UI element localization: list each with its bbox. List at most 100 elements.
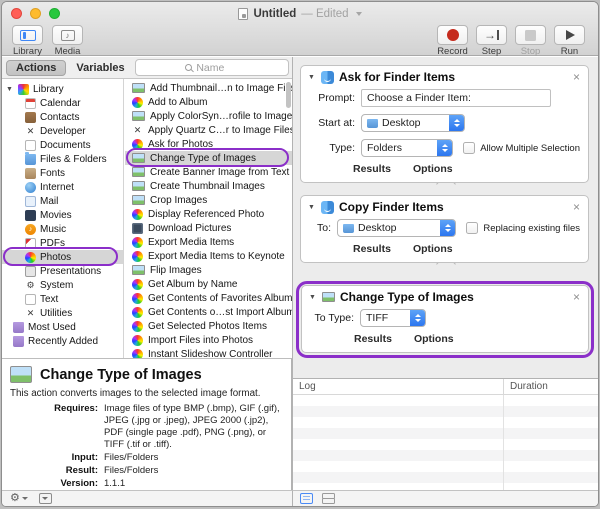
disclosure-open-icon[interactable]: ▼ — [308, 204, 316, 211]
results-button[interactable]: Results — [353, 163, 391, 175]
checkbox[interactable] — [466, 222, 479, 234]
action-row[interactable]: Display Referenced Photo — [125, 207, 292, 221]
document-proxy-icon[interactable] — [238, 8, 249, 20]
disclosure-open-icon[interactable]: ▼ — [309, 294, 317, 301]
dropdown-select[interactable]: Desktop — [361, 114, 465, 132]
sidebar-item-internet[interactable]: Internet — [2, 180, 123, 194]
action-row[interactable]: Import Files into Photos — [125, 333, 292, 347]
zoom-window-button[interactable] — [49, 8, 60, 19]
options-button[interactable]: Options — [413, 163, 453, 175]
action-row[interactable]: Ask for Photos — [125, 137, 292, 151]
close-icon[interactable]: × — [573, 201, 580, 213]
media-icon: ♪ — [60, 29, 75, 41]
action-row[interactable]: Add Thumbnail…n to Image Files — [125, 81, 292, 95]
dropdown-select[interactable]: TIFF — [360, 309, 426, 327]
folder-icon — [343, 223, 354, 233]
checkbox[interactable] — [463, 142, 476, 154]
sidebar-item-music[interactable]: ♪ Music — [2, 222, 123, 236]
sidebar-item-movies[interactable]: Movies — [2, 208, 123, 222]
action-field-row: Start at: Desktop — [301, 110, 588, 135]
action-header[interactable]: ▼ Change Type of Images × — [302, 286, 588, 305]
results-button[interactable]: Results — [354, 333, 392, 345]
tab-variables[interactable]: Variables — [69, 61, 131, 75]
action-row[interactable]: ✕ Apply Quartz C…r to Image Files — [125, 123, 292, 137]
sidebar-item-mail[interactable]: Mail — [2, 194, 123, 208]
action-row[interactable]: Change Type of Images — [125, 151, 292, 165]
dropdown-value: Desktop — [358, 222, 397, 234]
panel-toggle-button[interactable] — [38, 493, 52, 504]
action-row[interactable]: Download Pictures — [125, 221, 292, 235]
contacts-icon — [25, 111, 36, 123]
text-field-value: Choose a Finder Item: — [367, 92, 471, 104]
dropdown-stepper-icon — [440, 220, 456, 236]
sidebar-item-photos[interactable]: Photos — [2, 250, 123, 264]
sidebar-item-utilities[interactable]: ✕ Utilities — [2, 306, 123, 320]
options-button[interactable]: Options — [414, 333, 454, 345]
image-icon — [132, 153, 145, 163]
disclosure-open-icon[interactable]: ▼ — [308, 74, 316, 81]
action-row[interactable]: Get Selected Photos Items — [125, 319, 292, 333]
tab-actions[interactable]: Actions — [6, 59, 67, 76]
options-button[interactable]: Options — [413, 243, 453, 255]
action-row[interactable]: Crop Images — [125, 193, 292, 207]
action-row[interactable]: Export Media Items to Keynote — [125, 249, 292, 263]
run-button[interactable]: Run — [551, 25, 588, 57]
library-button[interactable]: Library — [9, 25, 46, 57]
action-row[interactable]: Get Contents of Favorites Album — [125, 291, 292, 305]
sidebar-item-presentations[interactable]: Presentations — [2, 264, 123, 278]
action-row[interactable]: Create Banner Image from Text — [125, 165, 292, 179]
record-button[interactable]: Record — [434, 25, 471, 57]
sidebar-item-calendar[interactable]: Calendar — [2, 96, 123, 110]
sidebar-item-fonts[interactable]: Fonts — [2, 166, 123, 180]
developer-icon: ✕ — [26, 125, 35, 136]
dropdown-select[interactable]: Desktop — [337, 219, 457, 237]
sidebar-item-library[interactable]: ▼ Library — [2, 82, 123, 96]
step-button[interactable]: → Step — [473, 25, 510, 57]
search-field[interactable] — [134, 59, 289, 76]
sidebar-item-text[interactable]: Text — [2, 292, 123, 306]
action-title: Ask for Finder Items — [339, 70, 456, 84]
action-row[interactable]: Add to Album — [125, 95, 292, 109]
action-row[interactable]: Apply ColorSyn…rofile to Images — [125, 109, 292, 123]
sidebar-item-system[interactable]: ⚙ System — [2, 278, 123, 292]
window-chrome: Untitled — Edited Library ♪ Media Record… — [2, 2, 598, 57]
workflow-canvas[interactable]: ▼ Ask for Finder Items × Prompt: Choose a Fi… — [292, 57, 598, 378]
text-field[interactable]: Choose a Finder Item: — [361, 89, 551, 107]
movies-icon — [25, 209, 36, 221]
action-row[interactable]: Flip Images — [125, 263, 292, 277]
variables-view-button[interactable] — [322, 493, 335, 504]
action-row[interactable]: Create Thumbnail Images — [125, 179, 292, 193]
sidebar-item-recently-added[interactable]: Recently Added — [2, 334, 123, 348]
log-column-header[interactable]: Log — [293, 379, 503, 394]
dropdown-select[interactable]: Folders — [361, 139, 454, 157]
sidebar-item-files-folders[interactable]: Files & Folders — [2, 151, 123, 166]
titlebar[interactable]: Untitled — Edited — [2, 2, 598, 23]
sidebar-item-contacts[interactable]: Contacts — [2, 110, 123, 124]
close-icon[interactable]: × — [573, 71, 580, 83]
gear-menu-button[interactable]: ⚙ — [10, 493, 28, 504]
dropdown-value: Folders — [367, 142, 403, 154]
results-button[interactable]: Results — [353, 243, 391, 255]
action-header[interactable]: ▼ Copy Finder Items × — [301, 196, 588, 215]
action-row[interactable]: Get Contents o…st Import Album — [125, 305, 292, 319]
sidebar-item-documents[interactable]: Documents — [2, 138, 123, 152]
sidebar-item-pdfs[interactable]: PDFs — [2, 236, 123, 250]
action-row[interactable]: Export Media Items — [125, 235, 292, 249]
action-row[interactable]: Get Album by Name — [125, 277, 292, 291]
media-button[interactable]: ♪ Media — [49, 25, 86, 57]
disclosure-open-icon[interactable]: ▼ — [6, 86, 14, 93]
minimize-window-button[interactable] — [30, 8, 41, 19]
scrollbar-thumb[interactable] — [286, 82, 291, 108]
utilities-icon: ✕ — [26, 307, 35, 318]
duration-column-header[interactable]: Duration — [503, 379, 598, 394]
title-chevron-icon[interactable] — [355, 12, 362, 16]
close-icon[interactable]: × — [573, 291, 580, 303]
log-view-button[interactable] — [300, 493, 313, 504]
search-input[interactable] — [196, 61, 239, 74]
sidebar-item-developer[interactable]: ✕ Developer — [2, 124, 123, 138]
action-header[interactable]: ▼ Ask for Finder Items × — [301, 66, 588, 85]
description-row-value: Files/Folders — [104, 452, 159, 463]
action-row[interactable]: Instant Slideshow Controller — [125, 347, 292, 358]
close-window-button[interactable] — [11, 8, 22, 19]
sidebar-item-most-used[interactable]: Most Used — [2, 320, 123, 334]
